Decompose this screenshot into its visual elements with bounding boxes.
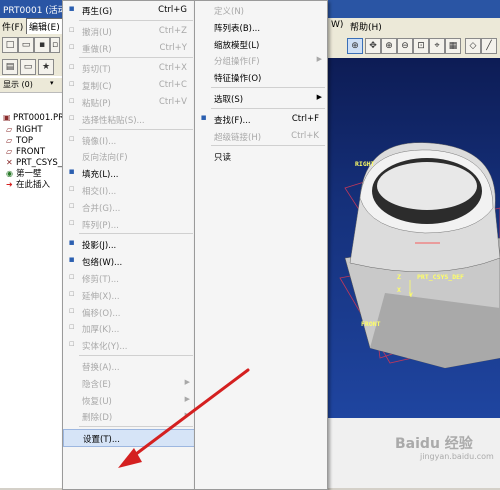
annotation-arrow — [118, 368, 250, 468]
